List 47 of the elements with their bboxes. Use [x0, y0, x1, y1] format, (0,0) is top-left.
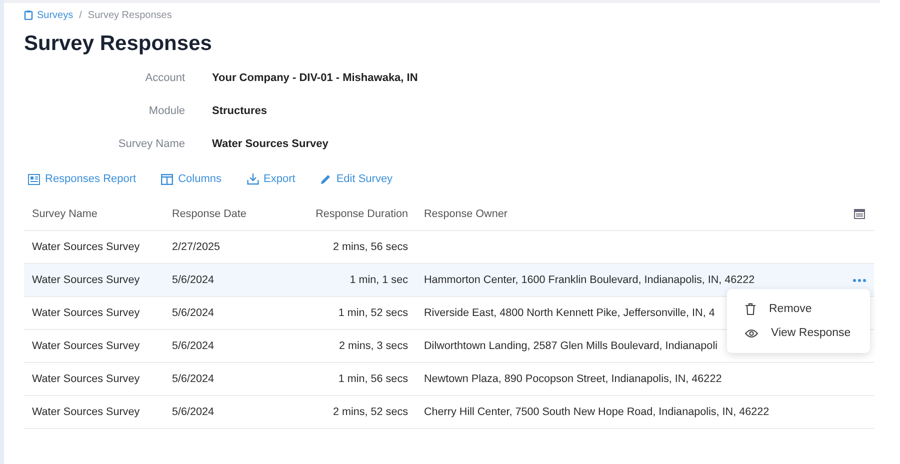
clipboard-icon	[24, 10, 33, 20]
detail-value: Water Sources Survey	[212, 138, 330, 150]
detail-label: Survey Name	[117, 138, 185, 150]
table-cell-text: 5/6/2024	[172, 274, 216, 286]
breadcrumb-separator: /	[79, 10, 82, 20]
table-cell: Riverside East, 4800 North Kennett Pike, Jeffersonville, IN, 4	[424, 307, 715, 319]
detail-value: Your Company - DIV-01 - Mishawaka, IN	[212, 72, 418, 84]
table-cell-text: 2 mins, 52 secs	[332, 406, 408, 418]
table-cell-text: 1 min, 52 secs	[337, 307, 408, 319]
table-cell-text: Water Sources Survey	[31, 406, 141, 418]
columns-icon	[161, 174, 174, 184]
page-title: Survey Responses	[24, 31, 213, 57]
download-icon	[246, 173, 259, 185]
table-cell-text: 2 mins, 56 secs	[332, 241, 408, 253]
detail-label: Module	[148, 105, 185, 117]
menu-item[interactable]: Remove	[727, 297, 870, 321]
table-cell-text: Water Sources Survey	[31, 241, 141, 253]
table-cell-text: Water Sources Survey	[31, 274, 141, 286]
table-cell-text: 1 min, 56 secs	[337, 373, 408, 385]
column-header[interactable]: Response Owner	[424, 208, 508, 220]
table-cell: Dilworthtown Landing, 2587 Glen Mills Boulevard, Indianapoli	[424, 340, 718, 352]
table-cell-text: 5/6/2024	[172, 307, 216, 319]
table-cell-text: 5/6/2024	[172, 406, 216, 418]
table-cell-text: Water Sources Survey	[31, 373, 141, 385]
pencil-icon	[320, 174, 332, 184]
table-cell-text: 5/6/2024	[172, 373, 216, 385]
table-cell-text: 2/27/2025	[172, 241, 222, 253]
table-cell-text: Water Sources Survey	[31, 340, 141, 352]
detail-label: Account	[144, 72, 185, 84]
column-header[interactable]: Response Duration	[282, 208, 408, 220]
breadcrumb-current: Survey Responses	[88, 10, 172, 20]
table-cell-text: 2 mins, 3 secs	[338, 340, 408, 352]
table-cell: Cherry Hill Center, 7500 South New Hope Road, Indianapolis, IN, 46222	[424, 406, 770, 418]
table-row[interactable]: Water Sources Survey 5/6/2024 1 min, 56 secs Newtown Plaza, 890 Pocopson Street, Indianapolis, IN, 46222	[24, 363, 874, 396]
table-cell-text: 1 min, 1 sec	[348, 274, 408, 286]
detail-value: Structures	[212, 105, 268, 117]
report-icon	[28, 174, 40, 184]
eye-icon	[745, 328, 758, 338]
table-cell-text: Water Sources Survey	[31, 307, 141, 319]
table-settings-icon[interactable]	[854, 208, 864, 218]
table-cell: Hammorton Center, 1600 Franklin Boulevard, Indianapolis, IN, 46222	[424, 274, 755, 286]
column-header[interactable]: Survey Name	[24, 208, 172, 220]
table-cell: Newtown Plaza, 890 Pocopson Street, Indianapolis, IN, 46222	[424, 373, 722, 385]
table-row[interactable]: Water Sources Survey 5/6/2024 2 mins, 52 secs Cherry Hill Center, 7500 South New Hope Road, Indianapolis, IN, 46222	[24, 396, 874, 429]
column-header[interactable]: Response Date	[172, 208, 282, 220]
trash-icon	[745, 303, 756, 315]
table-cell-text: 5/6/2024	[172, 340, 216, 352]
